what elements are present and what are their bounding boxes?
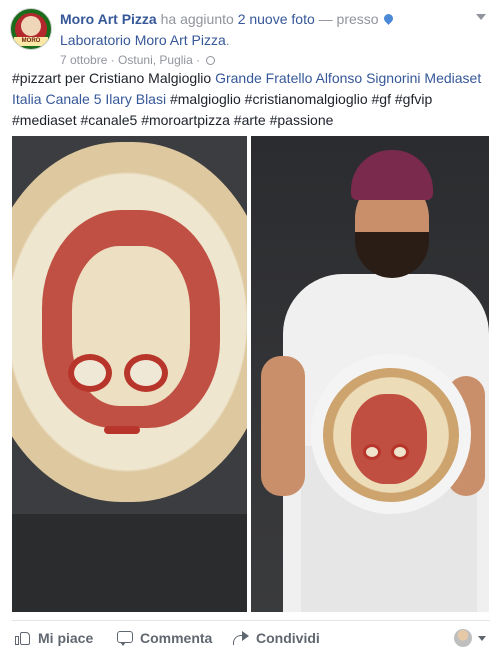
comment-button[interactable]: Commenta bbox=[116, 622, 212, 654]
right-glass bbox=[124, 354, 168, 392]
facebook-post: MORO Moro Art Pizza ha aggiunto 2 nuove … bbox=[0, 0, 502, 660]
small-right-glass bbox=[391, 444, 409, 460]
small-left-glass bbox=[363, 444, 381, 460]
actions-divider bbox=[12, 620, 490, 621]
comment-label: Commenta bbox=[140, 630, 213, 646]
caption-text: #pizzart per Cristiano Malgioglio bbox=[12, 70, 216, 86]
like-label: Mi piace bbox=[38, 630, 94, 646]
share-icon bbox=[232, 629, 250, 647]
place-link[interactable]: Ostuni, Puglia bbox=[118, 53, 193, 67]
board bbox=[12, 514, 247, 612]
post-author-line: Moro Art Pizza ha aggiunto 2 nuove foto … bbox=[60, 10, 395, 28]
avatar-face bbox=[21, 16, 41, 36]
period-text: . bbox=[225, 32, 230, 48]
share-button[interactable]: Condividi bbox=[232, 622, 320, 654]
meta-dot-2: · bbox=[192, 53, 204, 67]
added-text: ha aggiunto bbox=[160, 11, 234, 27]
globe-icon[interactable] bbox=[206, 56, 216, 65]
dash-text: — bbox=[318, 11, 333, 27]
viewer-avatar[interactable] bbox=[454, 629, 472, 647]
page-avatar[interactable]: MORO bbox=[10, 8, 52, 50]
location-pin-icon bbox=[381, 12, 395, 25]
post-header: MORO Moro Art Pizza ha aggiunto 2 nuove … bbox=[10, 8, 494, 67]
location-line: Laboratorio Moro Art Pizza. bbox=[60, 31, 230, 49]
comment-icon bbox=[116, 629, 134, 647]
mouth bbox=[104, 426, 140, 434]
at-text: presso bbox=[336, 11, 379, 27]
post-date-link[interactable]: 7 ottobre bbox=[60, 53, 107, 67]
like-icon bbox=[14, 629, 32, 647]
audience-chevron-icon[interactable] bbox=[478, 636, 486, 641]
left-glass bbox=[68, 354, 112, 392]
location-link[interactable]: Laboratorio Moro Art Pizza bbox=[60, 32, 226, 48]
meta-dot: · bbox=[107, 53, 119, 67]
share-label: Condividi bbox=[256, 630, 320, 646]
avatar-badge: MORO bbox=[14, 37, 48, 46]
photos-count-link[interactable]: 2 nuove foto bbox=[238, 11, 315, 27]
like-button[interactable]: Mi piace bbox=[14, 622, 93, 654]
page-name-link[interactable]: Moro Art Pizza bbox=[60, 11, 157, 27]
post-caption: #pizzart per Cristiano Malgioglio Grande… bbox=[12, 68, 492, 131]
photo-chef-with-pizza[interactable] bbox=[251, 136, 489, 612]
post-actions: Mi piace Commenta Condividi bbox=[12, 622, 490, 654]
left-arm bbox=[261, 356, 305, 496]
photo-pizza-portrait[interactable] bbox=[12, 136, 247, 612]
post-meta: 7 ottobre · Ostuni, Puglia · bbox=[60, 53, 216, 67]
chevron-down-icon[interactable] bbox=[476, 14, 486, 20]
small-sauce-portrait bbox=[351, 394, 427, 484]
